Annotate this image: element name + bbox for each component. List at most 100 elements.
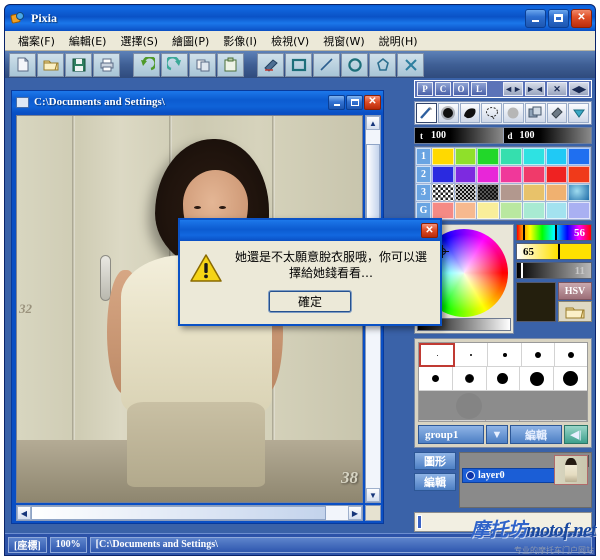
menu-edit[interactable]: 編輯(E) — [62, 32, 114, 50]
layer-thumbnail[interactable] — [554, 455, 588, 485]
undo-icon[interactable] — [133, 52, 160, 77]
canvas-horizontal-scrollbar[interactable]: ◀ ▶ — [16, 505, 363, 521]
current-color-swatch[interactable] — [516, 282, 556, 322]
brush-size-cell[interactable] — [521, 343, 555, 367]
play-left-icon[interactable]: ◀| — [564, 425, 588, 444]
brush-size-cell[interactable] — [486, 391, 520, 421]
line-icon[interactable] — [313, 52, 340, 77]
panel-btn-c[interactable]: C — [435, 82, 451, 96]
minimize-button[interactable] — [525, 8, 546, 28]
circle-icon[interactable] — [341, 52, 368, 77]
palette-row-label-g[interactable]: G — [416, 202, 431, 219]
menu-draw[interactable]: 繪圖(P) — [165, 32, 216, 50]
polygon-icon[interactable] — [369, 52, 396, 77]
eraser-tool-icon[interactable] — [546, 103, 568, 123]
layer-list: ◀▶ layer0 — [459, 452, 592, 508]
new-file-icon[interactable] — [9, 52, 36, 77]
panel-btn-toggle[interactable]: ◀▶ — [569, 82, 589, 96]
panel-btn-expand-h[interactable]: ◄► — [503, 82, 523, 96]
brush-size-cell[interactable] — [419, 367, 453, 391]
folder-open-icon[interactable] — [558, 301, 592, 322]
document-maximize-button[interactable] — [346, 94, 363, 110]
menu-image[interactable]: 影像(I) — [216, 32, 264, 50]
layers-tool-icon[interactable] — [524, 103, 546, 123]
brush-group-selector[interactable]: group1 — [418, 425, 484, 444]
brush-size-cell[interactable] — [419, 391, 453, 421]
rectangle-icon[interactable] — [285, 52, 312, 77]
brush-size-cell[interactable] — [520, 367, 555, 391]
layer-shape-button[interactable]: 圖形 — [414, 452, 456, 470]
layer-list-item[interactable]: layer0 — [462, 468, 556, 483]
menu-view[interactable]: 檢視(V) — [264, 32, 316, 50]
blob-tool-icon[interactable] — [459, 103, 481, 123]
saturation-slider[interactable]: 65 — [516, 243, 592, 260]
status-zoom-level[interactable]: 100% — [49, 536, 87, 553]
value-slider[interactable]: 11 — [516, 262, 592, 279]
close-button[interactable]: ✕ — [571, 8, 592, 28]
panel-btn-o[interactable]: O — [453, 82, 469, 96]
color-swatch — [568, 202, 591, 219]
soft-brush-tool-icon[interactable] — [503, 103, 524, 123]
brush-edit-button[interactable]: 編輯 — [510, 425, 562, 444]
density-opacity-control[interactable]: d 100 — [503, 128, 591, 143]
document-minimize-button[interactable] — [328, 94, 345, 110]
color-swatch — [545, 202, 568, 219]
color-swatch — [454, 166, 477, 183]
scroll-right-arrow-icon[interactable]: ▶ — [348, 506, 362, 520]
save-disk-icon[interactable] — [65, 52, 92, 77]
layer-edit-button[interactable]: 編輯 — [414, 473, 456, 491]
brush-size-cell[interactable] — [553, 391, 587, 421]
paste-icon[interactable] — [217, 52, 244, 77]
brush-size-cell[interactable] — [519, 391, 554, 421]
scroll-down-arrow-icon[interactable]: ▼ — [366, 488, 380, 502]
menu-select[interactable]: 選擇(S) — [113, 32, 165, 50]
cancel-x-icon[interactable] — [397, 52, 424, 77]
brush-size-cell[interactable] — [488, 343, 522, 367]
palette-row-label-2[interactable]: 2 — [416, 166, 431, 183]
redo-icon[interactable] — [161, 52, 188, 77]
panel-btn-p[interactable]: P — [417, 82, 433, 96]
palette-row-label-3[interactable]: 3 — [416, 184, 431, 201]
brush-size-cell[interactable] — [452, 367, 487, 391]
pencil-tool-icon[interactable] — [416, 103, 437, 123]
copy-icon[interactable] — [189, 52, 216, 77]
mini-status-panel — [414, 512, 592, 532]
menu-help[interactable]: 說明(H) — [372, 32, 425, 50]
brush-size-cell[interactable] — [452, 391, 487, 421]
panel-btn-l[interactable]: L — [471, 82, 487, 96]
dialog-ok-button[interactable]: 確定 — [268, 290, 352, 313]
lasso-tool-icon[interactable] — [481, 103, 502, 123]
density-value[interactable]: 100 — [516, 128, 591, 143]
panel-btn-collapse-h[interactable]: ►◄ — [525, 82, 545, 96]
maximize-button[interactable] — [548, 8, 569, 28]
tone-opacity-control[interactable]: t 100 — [415, 128, 504, 143]
panel-btn-close[interactable]: ✕ — [547, 82, 567, 96]
brush-size-cell[interactable] — [554, 343, 588, 367]
dialog-close-button[interactable]: ✕ — [421, 223, 438, 238]
menu-file[interactable]: 檔案(F) — [11, 32, 62, 50]
brush-size-cell[interactable] — [419, 343, 456, 367]
print-icon[interactable] — [93, 52, 120, 77]
menu-window[interactable]: 視窗(W) — [316, 32, 371, 50]
hue-slider[interactable]: 56 — [516, 224, 592, 241]
scroll-up-arrow-icon[interactable]: ▲ — [366, 116, 380, 130]
brush-size-cell[interactable] — [486, 367, 521, 391]
layer-visibility-icon[interactable] — [466, 471, 475, 480]
brush-size-cell[interactable] — [455, 343, 489, 367]
color-swatch — [432, 184, 454, 201]
palette-row-label-1[interactable]: 1 — [416, 148, 431, 165]
tone-value[interactable]: 100 — [428, 128, 503, 143]
brush-size-cell[interactable] — [554, 367, 587, 391]
document-close-button[interactable]: ✕ — [364, 94, 381, 110]
dropdown-tool-icon[interactable] — [568, 103, 589, 123]
airbrush-tool-icon[interactable] — [437, 103, 459, 123]
horizontal-scroll-thumb[interactable] — [31, 506, 326, 520]
open-folder-icon[interactable] — [37, 52, 64, 77]
eraser-icon[interactable] — [257, 52, 284, 77]
chevron-down-icon[interactable]: ▼ — [486, 425, 508, 444]
application-window: Pixia ✕ 檔案(F) 編輯(E) 選擇(S) 繪圖(P) 影像(I) 檢視… — [4, 4, 596, 556]
scroll-left-arrow-icon[interactable]: ◀ — [17, 506, 31, 520]
saturation-value: 65 — [523, 245, 534, 258]
horizontal-scroll-track[interactable] — [31, 506, 348, 520]
hsv-mode-button[interactable]: HSV — [558, 282, 592, 300]
